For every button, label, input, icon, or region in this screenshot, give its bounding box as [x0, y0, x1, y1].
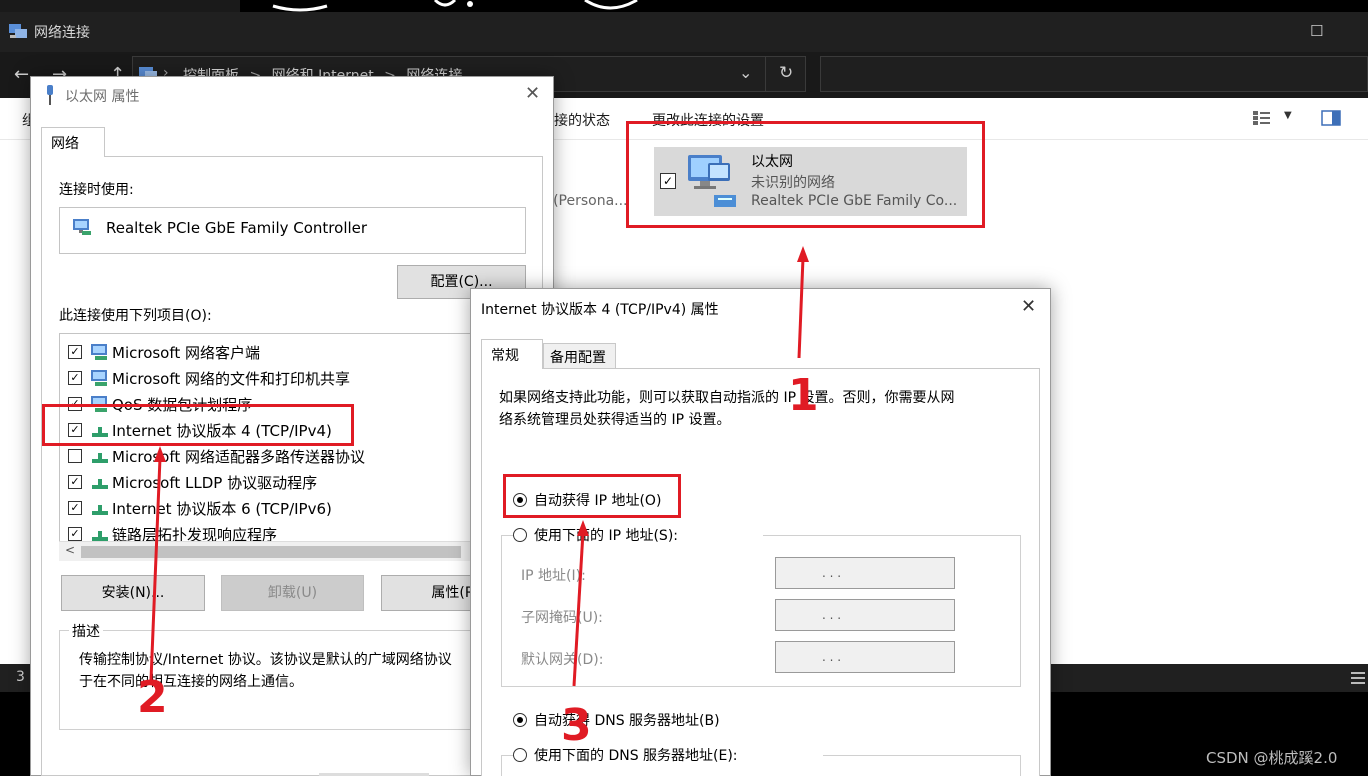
tab-networking[interactable]: 网络 [41, 127, 105, 157]
scroll-thumb[interactable] [81, 546, 461, 558]
view-dropdown-icon[interactable]: ▼ [1284, 110, 1292, 121]
info-line-1: 如果网络支持此功能，则可以获取自动指派的 IP 设置。否则，你需要从网 [499, 390, 955, 406]
ip-dots: . . . [822, 608, 842, 622]
network-folder-icon [9, 24, 27, 38]
description-label: 描述 [69, 621, 103, 641]
preview-pane-icon[interactable] [1321, 110, 1341, 126]
search-input[interactable] [820, 56, 1368, 92]
top-strip [0, 0, 1368, 12]
radio-unselected-icon[interactable] [513, 748, 527, 762]
connection-items-label: 此连接使用下列项目(O): [59, 308, 212, 324]
highlight-ipv4-item [42, 404, 354, 446]
item-checkbox[interactable] [68, 449, 82, 463]
address-dropdown-icon[interactable]: ⌄ [739, 63, 752, 82]
address-divider [765, 57, 766, 91]
csdn-watermark: CSDN @桃成蹊2.0 [1206, 749, 1338, 767]
info-line-2: 络系统管理员处获得适当的 IP 设置。 [499, 412, 731, 428]
toolbar-view-status[interactable]: 接的状态 [554, 110, 610, 130]
explorer-titlebar[interactable]: 网络连接 ☐ [0, 12, 1368, 52]
install-button[interactable]: 安装(N)... [61, 575, 205, 611]
top-strip-dark [0, 0, 240, 12]
protocol-icon [92, 453, 108, 463]
refresh-icon[interactable]: ↻ [779, 63, 793, 83]
client-monitor-icon [91, 344, 107, 360]
adapter-monitor-icon [73, 219, 91, 235]
connect-using-label: 连接时使用: [59, 182, 134, 198]
subnet-mask-label: 子网掩码(U): [521, 610, 603, 626]
adapter-box: Realtek PCIe GbE Family Controller [59, 207, 526, 254]
uninstall-button[interactable]: 卸载(U) [221, 575, 364, 611]
back-arrow-icon[interactable]: ← [14, 64, 29, 85]
item-checkbox[interactable]: ✓ [68, 527, 82, 541]
dialog-title: Internet 协议版本 4 (TCP/IPv4) 属性 [481, 302, 719, 318]
ip-address-label: IP 地址(I): [521, 568, 586, 584]
details-view-icon[interactable] [1350, 670, 1366, 686]
item-checkbox[interactable]: ✓ [68, 501, 82, 515]
top-icons-partial [272, 0, 638, 12]
item-label: Microsoft 网络适配器多路传送器协议 [112, 448, 366, 466]
item-checkbox[interactable]: ✓ [68, 345, 82, 359]
close-icon[interactable]: ✕ [1021, 296, 1036, 317]
item-checkbox[interactable]: ✓ [68, 475, 82, 489]
share-monitor-icon [91, 370, 107, 386]
connection-items-list[interactable]: ✓ Microsoft 网络客户端 ✓ Microsoft 网络的文件和打印机共… [59, 333, 529, 561]
item-label: Microsoft 网络客户端 [112, 344, 261, 362]
ip-address-input[interactable]: . . . [775, 557, 955, 589]
item-label: Microsoft 网络的文件和打印机共享 [112, 370, 351, 388]
view-options-icon[interactable] [1252, 110, 1272, 126]
explorer-window-title: 网络连接 [34, 25, 90, 41]
manual-ip-label: 使用下面的 IP 地址(S): [534, 528, 678, 544]
gateway-label: 默认网关(D): [521, 652, 604, 668]
annotation-step-1: 1 [788, 370, 819, 421]
annotation-step-2: 2 [137, 672, 168, 723]
tab-general-label: 常规 [491, 348, 519, 364]
list-horizontal-scrollbar[interactable]: < [59, 541, 529, 561]
close-icon[interactable]: ✕ [525, 83, 540, 104]
protocol-icon [92, 505, 108, 515]
ip-dots: . . . [822, 566, 842, 580]
scroll-left-icon[interactable]: < [65, 543, 75, 557]
manual-ip-radio[interactable]: 使用下面的 IP 地址(S): [513, 525, 763, 545]
ipv4-properties-dialog: Internet 协议版本 4 (TCP/IPv4) 属性 ✕ 常规 备用配置 … [470, 288, 1051, 776]
network-plug-icon [47, 85, 53, 105]
item-label: Microsoft LLDP 协议驱动程序 [112, 474, 318, 492]
radio-selected-icon[interactable] [513, 713, 527, 727]
protocol-icon [92, 479, 108, 489]
subnet-mask-input[interactable]: . . . [775, 599, 955, 631]
item-label: Internet 协议版本 6 (TCP/IPv6) [112, 500, 332, 518]
item-checkbox[interactable]: ✓ [68, 371, 82, 385]
description-line-1: 传输控制协议/Internet 协议。该协议是默认的广域网络协议 [79, 652, 452, 668]
tab-alternate-label: 备用配置 [550, 350, 606, 366]
highlight-auto-ip [503, 474, 681, 518]
ipv4-info-text: 如果网络支持此功能，则可以获取自动指派的 IP 设置。否则，你需要从网 络系统管… [499, 387, 999, 431]
highlight-ethernet-item [626, 121, 985, 228]
maximize-icon[interactable]: ☐ [1310, 22, 1323, 40]
annotation-step-3: 3 [561, 700, 592, 751]
item-count: 3 [16, 669, 25, 685]
tab-alternate-configuration[interactable]: 备用配置 [543, 343, 616, 369]
manual-dns-radio[interactable]: 使用下面的 DNS 服务器地址(E): [513, 745, 823, 765]
gateway-input[interactable]: . . . [775, 641, 955, 673]
dialog-title: 以太网 属性 [65, 89, 140, 105]
tab-networking-label: 网络 [51, 136, 79, 152]
adapter-name: Realtek PCIe GbE Family Controller [106, 219, 368, 237]
tab-general[interactable]: 常规 [481, 339, 543, 369]
ip-dots: . . . [822, 650, 842, 664]
radio-unselected-icon[interactable] [513, 528, 527, 542]
